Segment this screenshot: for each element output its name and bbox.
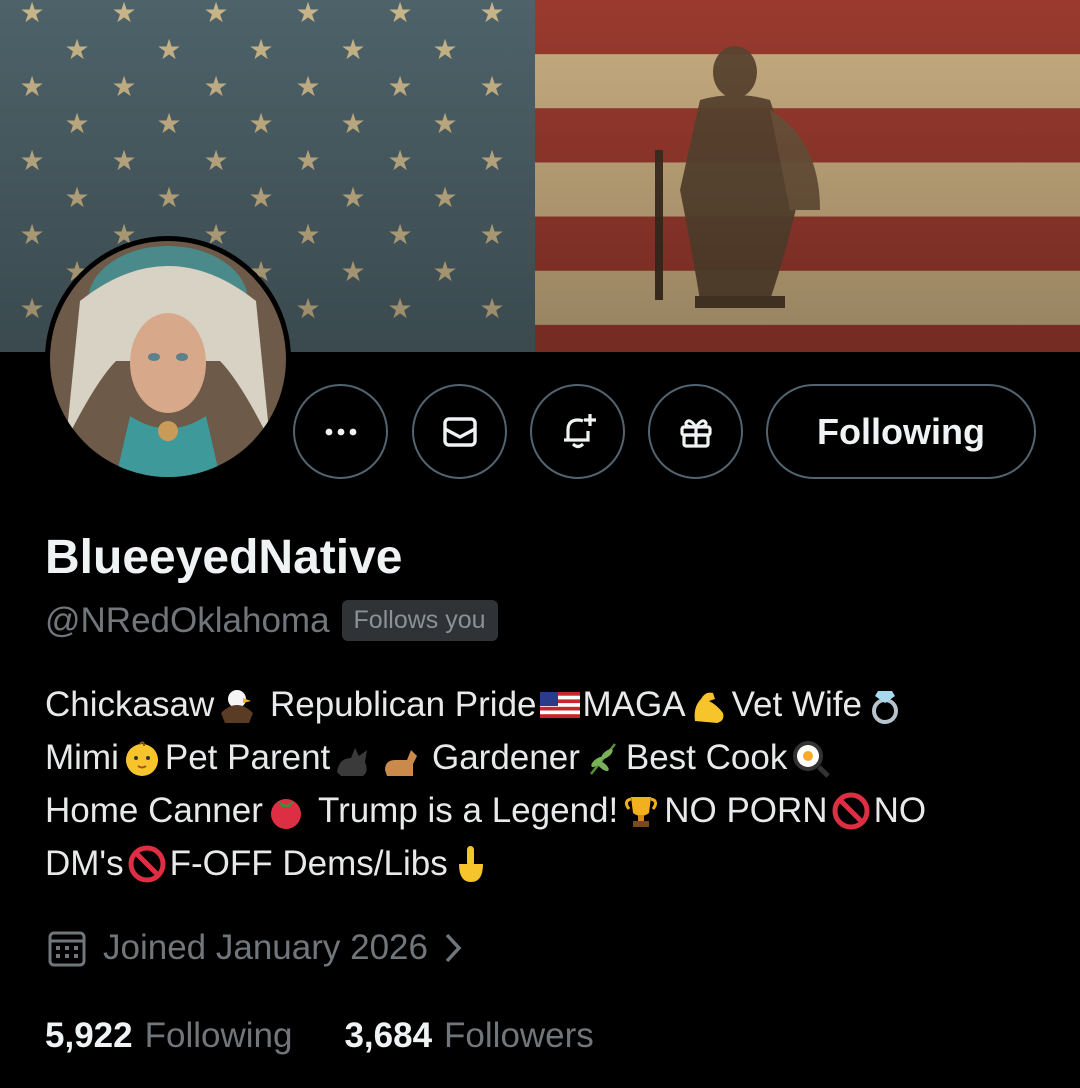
bio-text: Pet Parent: [164, 738, 331, 777]
handle: @NRedOklahoma: [45, 600, 330, 640]
eagle-icon: [215, 683, 259, 727]
flexed-biceps-icon: [687, 683, 731, 727]
bio-text: NO PORN: [664, 791, 828, 830]
followers-count: 3,684: [344, 1016, 433, 1055]
bio-text: MAGA: [582, 685, 686, 724]
trophy-icon: [619, 789, 663, 833]
follow-stats: 5,922 Following 3,684 Followers: [45, 1016, 646, 1056]
handle-row: @NRedOklahoma Follows you: [45, 600, 498, 641]
middle-finger-icon: [449, 842, 493, 886]
bio-text: Gardener: [422, 738, 580, 777]
baby-icon: [120, 736, 164, 780]
bio-line: DM's F-OFF Dems/Libs: [45, 837, 1045, 890]
avatar-image: [50, 241, 286, 477]
calendar-icon: [48, 931, 86, 967]
bio-text: DM's: [45, 844, 124, 883]
chevron-right-icon: [445, 933, 462, 963]
avatar[interactable]: [45, 236, 291, 482]
bio-text: Republican Pride: [260, 685, 537, 724]
cooking-egg-icon: [788, 736, 832, 780]
gift-button[interactable]: [648, 384, 743, 479]
message-button[interactable]: [412, 384, 507, 479]
following-stat[interactable]: 5,922 Following: [45, 1016, 292, 1056]
prohibited-icon: [829, 789, 873, 833]
us-flag-icon: [538, 683, 582, 727]
more-icon: [325, 428, 356, 435]
herb-icon: [581, 736, 625, 780]
joined-text: Joined January 2026: [103, 928, 428, 967]
display-name: BlueeyedNative: [45, 531, 403, 584]
followers-stat[interactable]: 3,684 Followers: [344, 1016, 593, 1056]
ring-icon: [863, 683, 907, 727]
tomato-icon: [264, 789, 308, 833]
dog-icon: [377, 736, 421, 780]
bio-text: Mimi: [45, 738, 119, 777]
following-button[interactable]: Following: [766, 384, 1036, 479]
bell-plus-icon: [563, 413, 596, 448]
bio-text: Trump is a Legend!: [308, 791, 619, 830]
bio-text: Vet Wife: [731, 685, 862, 724]
more-button[interactable]: [293, 384, 388, 479]
notifications-button[interactable]: [530, 384, 625, 479]
prohibited-icon: [125, 842, 169, 886]
bio-text: Home Canner: [45, 791, 263, 830]
following-label: Following: [144, 1016, 293, 1055]
follows-you-badge: Follows you: [341, 600, 498, 641]
bio-text: Chickasaw: [45, 685, 215, 724]
mail-icon: [442, 416, 477, 447]
bio-line: Chickasaw Republican Pride MAGA Vet Wife: [45, 678, 1045, 731]
bio-line: Mimi Pet Parent Gardener Best Cook: [45, 731, 1045, 784]
bio-text: Best Cook: [625, 738, 788, 777]
bio-text: NO: [873, 791, 927, 830]
bio-text: F-OFF Dems/Libs: [169, 844, 448, 883]
bio: Chickasaw Republican Pride MAGA Vet Wife Mi…: [45, 678, 1045, 890]
bio-line: Home Canner Trump is a Legend! NO PORN NO: [45, 784, 1045, 837]
black-cat-icon: [331, 736, 375, 780]
following-count: 5,922: [45, 1016, 133, 1055]
gift-icon: [679, 418, 712, 448]
joined-date[interactable]: Joined January 2026: [45, 926, 466, 970]
followers-label: Followers: [444, 1016, 594, 1055]
